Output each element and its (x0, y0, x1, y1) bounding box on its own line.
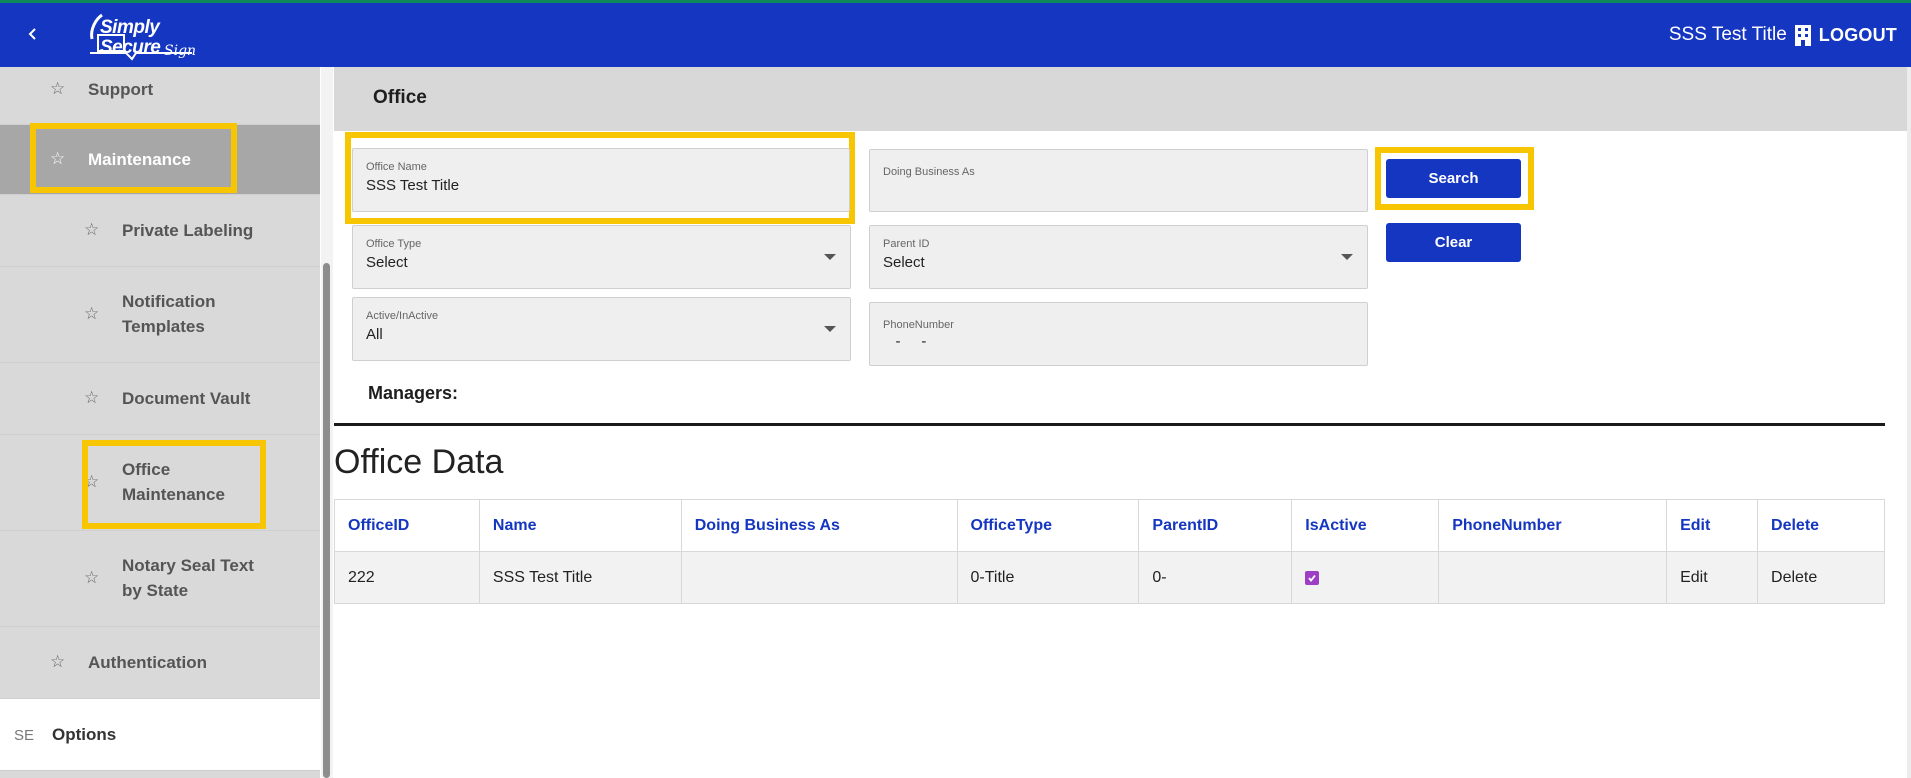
delete-link[interactable]: Delete (1757, 551, 1885, 604)
office-data-table: OfficeID Name Doing Business As OfficeTy… (334, 499, 1885, 604)
star-icon: ☆ (50, 652, 66, 671)
search-button[interactable]: Search (1386, 159, 1521, 198)
user-office-name: SSS Test Title (1668, 24, 1787, 45)
sidebar-item-support[interactable]: ☆ Support (0, 67, 320, 125)
star-icon: ☆ (84, 304, 100, 323)
sidebar-item-label: Notary Seal Text (122, 556, 254, 575)
sidebar-item-label: Authentication (88, 653, 207, 672)
chevron-left-icon (28, 28, 36, 40)
column-header-officeid[interactable]: OfficeID (334, 499, 480, 552)
active-inactive-select[interactable]: Active/InActive All (352, 297, 851, 361)
caret-down-icon (1341, 254, 1353, 260)
sidebar-item-maintenance[interactable]: ☆ Maintenance (0, 125, 320, 195)
office-name-field[interactable]: Office Name SSS Test Title (352, 148, 850, 212)
check-icon (1308, 574, 1316, 582)
column-header-isactive[interactable]: IsActive (1291, 499, 1440, 552)
column-header-edit[interactable]: Edit (1666, 499, 1759, 552)
section-divider (334, 423, 1885, 426)
active-inactive-value: All (366, 326, 383, 343)
office-data-title: Office Data (334, 443, 504, 481)
parent-id-value: Select (883, 254, 925, 271)
sidebar-item-private-labeling[interactable]: ☆ Private Labeling (0, 195, 320, 267)
cell-office-id: 222 (334, 551, 480, 604)
cell-name: SSS Test Title (478, 551, 682, 604)
clear-button[interactable]: Clear (1386, 223, 1521, 262)
parent-id-select[interactable]: Parent ID Select (869, 225, 1368, 289)
phone-number-field[interactable]: PhoneNumber - - (869, 302, 1368, 366)
phone-number-label: PhoneNumber (883, 319, 954, 331)
app-header: Simply Secure Sign SSS Test Title LOGOUT (0, 3, 1911, 67)
table-row: 222 SSS Test Title 0-Title 0- Edit Delet… (334, 551, 1885, 604)
star-icon: ☆ (50, 149, 66, 168)
user-area: SSS Test Title LOGOUT (1669, 23, 1897, 47)
page-title: Office (373, 87, 427, 108)
column-header-parentid[interactable]: ParentID (1138, 499, 1293, 552)
sidebar-item-label-line2: Templates (122, 317, 205, 336)
sidebar-item-authentication[interactable]: ☆ Authentication (0, 627, 320, 699)
sidebar-item-notification-templates[interactable]: ☆ Notification Templates (0, 267, 320, 363)
star-icon: ☆ (84, 220, 100, 239)
logo-text-sign: Sign (164, 43, 197, 59)
cell-doing-business-as (680, 551, 958, 604)
office-type-select[interactable]: Office Type Select (352, 225, 851, 289)
page-scrollbar[interactable] (1907, 67, 1911, 778)
settings-icon: SE (14, 727, 35, 744)
sidebar-item-label: Maintenance (88, 150, 191, 169)
office-type-value: Select (366, 254, 408, 271)
caret-down-icon (824, 326, 836, 332)
page-header: Office (334, 67, 1911, 131)
cell-office-type: 0-Title (956, 551, 1140, 604)
office-type-label: Office Type (366, 238, 422, 250)
column-header-name[interactable]: Name (478, 499, 682, 552)
phone-number-input[interactable]: - - (883, 333, 927, 350)
table-header-row: OfficeID Name Doing Business As OfficeTy… (334, 499, 1885, 552)
logo-text-simply: Simply (100, 17, 160, 38)
active-inactive-label: Active/InActive (366, 310, 439, 322)
cell-phone-number (1438, 551, 1668, 604)
sidebar-scroll-thumb[interactable] (323, 263, 330, 778)
building-icon[interactable] (1793, 23, 1813, 47)
managers-label: Managers: (368, 383, 459, 403)
office-name-input[interactable]: SSS Test Title (366, 177, 459, 194)
column-header-doing-business-as[interactable]: Doing Business As (680, 499, 958, 552)
sidebar-item-label: Private Labeling (122, 221, 254, 240)
sidebar-scrollbar[interactable] (321, 67, 333, 778)
star-icon: ☆ (84, 568, 100, 587)
logout-button[interactable]: LOGOUT (1819, 25, 1897, 46)
sidebar-item-office-maintenance[interactable]: ☆ Office Maintenance (0, 435, 320, 531)
sidebar-item-label: Office (122, 460, 171, 479)
edit-link[interactable]: Edit (1666, 551, 1759, 604)
simply-secure-sign-logo[interactable]: Simply Secure Sign (86, 9, 196, 63)
sidebar-item-label: Options (52, 725, 117, 744)
column-header-delete[interactable]: Delete (1757, 499, 1885, 552)
star-icon: ☆ (50, 79, 66, 98)
star-icon: ☆ (84, 388, 100, 407)
sidebar-item-notary-seal-text[interactable]: ☆ Notary Seal Text by State (0, 531, 320, 627)
doing-business-as-field[interactable]: Doing Business As (869, 149, 1368, 212)
column-header-phonenumber[interactable]: PhoneNumber (1438, 499, 1668, 552)
column-header-officetype[interactable]: OfficeType (956, 499, 1140, 552)
office-name-label: Office Name (366, 161, 427, 173)
sidebar-item-label: Support (88, 80, 154, 99)
back-button[interactable] (18, 19, 48, 49)
logo-text-secure: Secure (100, 37, 161, 58)
doing-business-as-label: Doing Business As (883, 166, 975, 178)
sidebar-item-label: Document Vault (122, 389, 251, 408)
is-active-checkbox[interactable] (1305, 570, 1320, 585)
sidebar-item-label: Notification (122, 292, 216, 311)
parent-id-label: Parent ID (883, 238, 930, 250)
caret-down-icon (824, 254, 836, 260)
sidebar: ☆ Support ☆ Maintenance ☆ Private Labeli… (0, 67, 320, 778)
sidebar-item-document-vault[interactable]: ☆ Document Vault (0, 363, 320, 435)
cell-parent-id: 0- (1138, 551, 1293, 604)
star-icon: ☆ (84, 472, 100, 491)
cell-is-active (1291, 551, 1440, 604)
sidebar-item-options[interactable]: SE Options (0, 699, 320, 771)
sidebar-item-label-line2: Maintenance (122, 485, 225, 504)
sidebar-item-label-line2: by State (122, 581, 189, 600)
